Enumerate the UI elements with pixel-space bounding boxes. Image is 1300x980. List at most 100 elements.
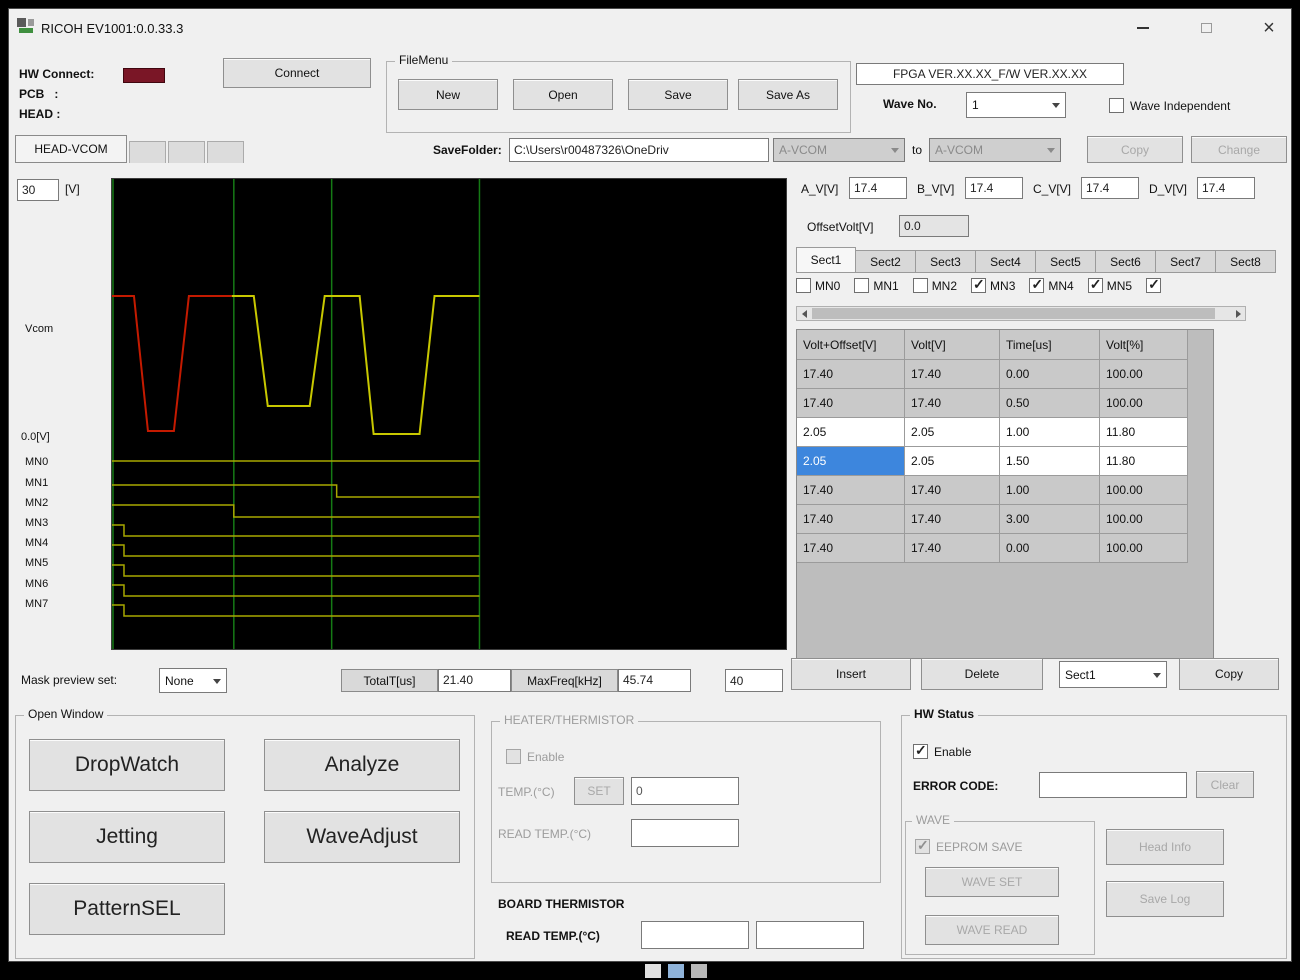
sect-tab-5[interactable]: Sect5 [1036,250,1096,273]
wave-independent-checkbox[interactable] [1109,98,1124,113]
table-cell[interactable]: 17.40 [905,360,1000,389]
scrollbar-thumb[interactable] [812,308,1215,319]
wave-read-button[interactable]: WAVE READ [925,915,1059,945]
table-cell[interactable]: 100.00 [1100,534,1188,563]
mn0-checkbox[interactable] [796,278,811,293]
analyze-button[interactable]: Analyze [264,739,460,791]
new-button[interactable]: New [398,79,498,110]
taskbar-icon[interactable] [668,964,684,978]
tab-head-vcom[interactable]: HEAD-VCOM [15,135,127,163]
taskbar-icon[interactable] [645,964,661,978]
maximize-button[interactable] [1184,15,1228,41]
table-cell[interactable]: 17.40 [797,534,905,563]
table-cell[interactable]: 17.40 [905,505,1000,534]
table-cell[interactable]: 11.80 [1100,418,1188,447]
table-header: Time[us] [1000,330,1100,360]
sect-tab-3[interactable]: Sect3 [916,250,976,273]
tab-stub-1[interactable] [129,141,166,163]
sect-tab-8[interactable]: Sect8 [1216,250,1276,273]
table-cell[interactable]: 100.00 [1100,505,1188,534]
patternsel-button[interactable]: PatternSEL [29,883,225,935]
c-v-input[interactable] [1081,177,1139,199]
save-button[interactable]: Save [628,79,728,110]
mn2-checkbox[interactable] [913,278,928,293]
mn5-checkbox[interactable] [1088,278,1103,293]
eeprom-save-checkbox[interactable] [915,839,930,854]
table-cell[interactable]: 11.80 [1100,447,1188,476]
mask-preview-select[interactable]: None [159,668,227,693]
mn6-checkbox[interactable] [1146,278,1161,293]
table-cell[interactable]: 0.00 [1000,534,1100,563]
freq-setting-input[interactable] [725,669,783,692]
chevron-down-icon [1052,103,1060,108]
mn3-checkbox[interactable] [971,278,986,293]
table-cell[interactable]: 17.40 [797,389,905,418]
tab-stub-3[interactable] [207,141,244,163]
vcom-from-select[interactable]: A-VCOM [773,138,905,162]
scale-voltage-input[interactable] [17,179,59,201]
scroll-right-icon[interactable] [1231,307,1245,320]
heater-enable-checkbox[interactable] [506,749,521,764]
table-cell[interactable]: 17.40 [797,360,905,389]
sect-copy-button[interactable]: Copy [1179,658,1279,690]
table-horizontal-scrollbar[interactable] [796,306,1246,321]
mn4-checkbox[interactable] [1029,278,1044,293]
waveadjust-button[interactable]: WaveAdjust [264,811,460,863]
insert-button[interactable]: Insert [791,658,911,690]
table-cell[interactable]: 2.05 [797,418,905,447]
table-cell[interactable]: 100.00 [1100,389,1188,418]
table-cell[interactable]: 100.00 [1100,476,1188,505]
tab-stub-2[interactable] [168,141,205,163]
temp-set-button[interactable]: SET [574,777,624,805]
temp-input[interactable] [631,777,739,805]
wave-set-button[interactable]: WAVE SET [925,867,1059,897]
sect-tab-1[interactable]: Sect1 [796,247,856,273]
wave-no-select[interactable]: 1 [966,92,1066,118]
table-cell[interactable]: 1.00 [1000,476,1100,505]
table-cell[interactable]: 3.00 [1000,505,1100,534]
table-cell[interactable]: 100.00 [1100,360,1188,389]
sect-tab-6[interactable]: Sect6 [1096,250,1156,273]
sect-copy-select[interactable]: Sect1 [1059,661,1167,688]
save-as-button[interactable]: Save As [738,79,838,110]
open-button[interactable]: Open [513,79,613,110]
save-log-button[interactable]: Save Log [1106,881,1224,917]
hw-enable-checkbox[interactable] [913,744,928,759]
offset-volt-input[interactable] [899,215,969,237]
d-v-input[interactable] [1197,177,1255,199]
sect-tab-7[interactable]: Sect7 [1156,250,1216,273]
b-v-input[interactable] [965,177,1023,199]
table-cell[interactable]: 17.40 [797,476,905,505]
taskbar-icon[interactable] [691,964,707,978]
scroll-left-icon[interactable] [797,307,811,320]
table-cell[interactable]: 17.40 [905,476,1000,505]
close-button[interactable]: × [1247,15,1291,41]
jetting-button[interactable]: Jetting [29,811,225,863]
hw-connect-indicator [123,68,165,83]
table-cell[interactable]: 2.05 [905,418,1000,447]
savefolder-input[interactable] [509,138,769,162]
vcom-to-select[interactable]: A-VCOM [929,138,1061,162]
clear-button[interactable]: Clear [1196,771,1254,798]
head-info-button[interactable]: Head Info [1106,829,1224,865]
table-cell[interactable]: 1.00 [1000,418,1100,447]
connect-button[interactable]: Connect [223,58,371,88]
delete-button[interactable]: Delete [921,658,1043,690]
table-cell[interactable]: 1.50 [1000,447,1100,476]
sect-tab-2[interactable]: Sect2 [856,250,916,273]
table-cell[interactable]: 2.05 [905,447,1000,476]
table-cell[interactable]: 17.40 [797,505,905,534]
mn1-checkbox[interactable] [854,278,869,293]
table-cell[interactable]: 17.40 [905,389,1000,418]
vcom-change-button[interactable]: Change [1191,136,1287,163]
table-cell[interactable]: 0.50 [1000,389,1100,418]
error-code-field[interactable] [1039,772,1187,798]
sect-tab-4[interactable]: Sect4 [976,250,1036,273]
table-cell[interactable]: 17.40 [905,534,1000,563]
table-cell-selected[interactable]: 2.05 [797,447,905,476]
table-cell[interactable]: 0.00 [1000,360,1100,389]
a-v-input[interactable] [849,177,907,199]
dropwatch-button[interactable]: DropWatch [29,739,225,791]
vcom-copy-button[interactable]: Copy [1087,136,1183,163]
minimize-button[interactable] [1121,15,1165,41]
